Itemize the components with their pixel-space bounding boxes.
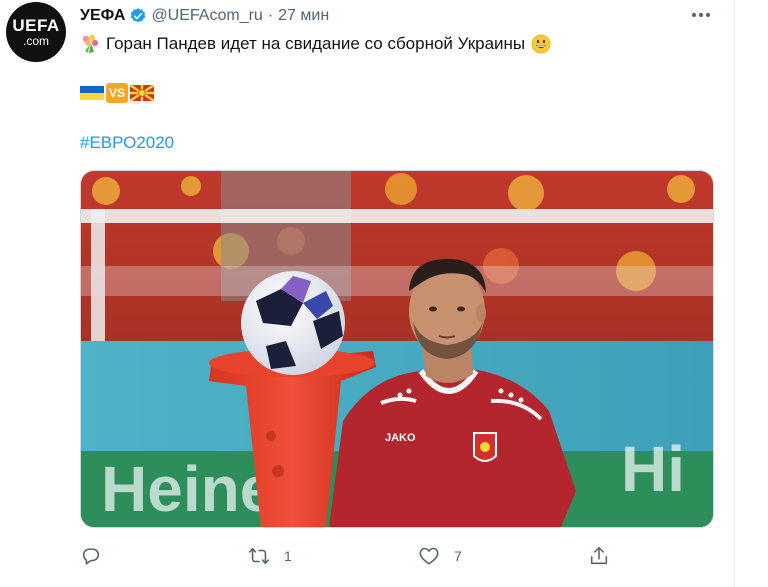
avatar[interactable]: UEFA .com (6, 2, 66, 62)
flags-line: VS (80, 83, 154, 103)
north-macedonia-flag-icon (130, 84, 154, 102)
share-icon[interactable] (588, 545, 610, 567)
vs-badge: VS (106, 83, 128, 103)
author-name[interactable]: УЕФА (80, 7, 125, 25)
banner-text: Heine (101, 453, 275, 525)
share-action[interactable] (588, 540, 610, 572)
timeline-border (734, 0, 735, 587)
bouquet-emoji-icon (82, 35, 98, 53)
like-count: 7 (454, 548, 462, 564)
like-action[interactable]: 7 (418, 540, 462, 572)
retweet-icon[interactable] (248, 545, 270, 567)
heart-icon[interactable] (418, 545, 440, 567)
tweet[interactable]: UEFA .com УЕФА @UEFAcom_ru · 27 мин Гора… (0, 0, 734, 587)
ukraine-flag-icon (80, 86, 104, 100)
author-handle[interactable]: @UEFAcom_ru (151, 7, 262, 25)
reply-action[interactable] (80, 540, 116, 572)
retweet-count: 1 (284, 548, 292, 564)
grinning-face-emoji-icon (531, 34, 551, 54)
reply-icon[interactable] (80, 545, 102, 567)
avatar-logo-text: UEFA (12, 16, 60, 35)
photo-canvas: Heine Hi JAKO (81, 171, 713, 527)
more-options-icon[interactable] (690, 6, 712, 24)
retweet-action[interactable]: 1 (248, 540, 292, 572)
tweet-timestamp[interactable]: 27 мин (278, 7, 329, 25)
banner-text-right: Hi (621, 433, 685, 505)
tweet-photo[interactable]: Heine Hi JAKO (80, 170, 714, 528)
hashtag-link[interactable]: #ЕВРО2020 (80, 133, 174, 153)
avatar-logo-subtext: .com (22, 34, 49, 48)
shirt-brand-text: JAKO (385, 432, 416, 444)
header-separator: · (267, 7, 274, 24)
tweet-actions: 1 7 (80, 540, 712, 572)
verified-badge-icon (131, 8, 146, 23)
tweet-text-content: Горан Пандев идет на свидание со сборной… (106, 34, 526, 53)
tweet-text: Горан Пандев идет на свидание со сборной… (80, 33, 551, 55)
tweet-header: УЕФА @UEFAcom_ru · 27 мин (80, 5, 329, 27)
